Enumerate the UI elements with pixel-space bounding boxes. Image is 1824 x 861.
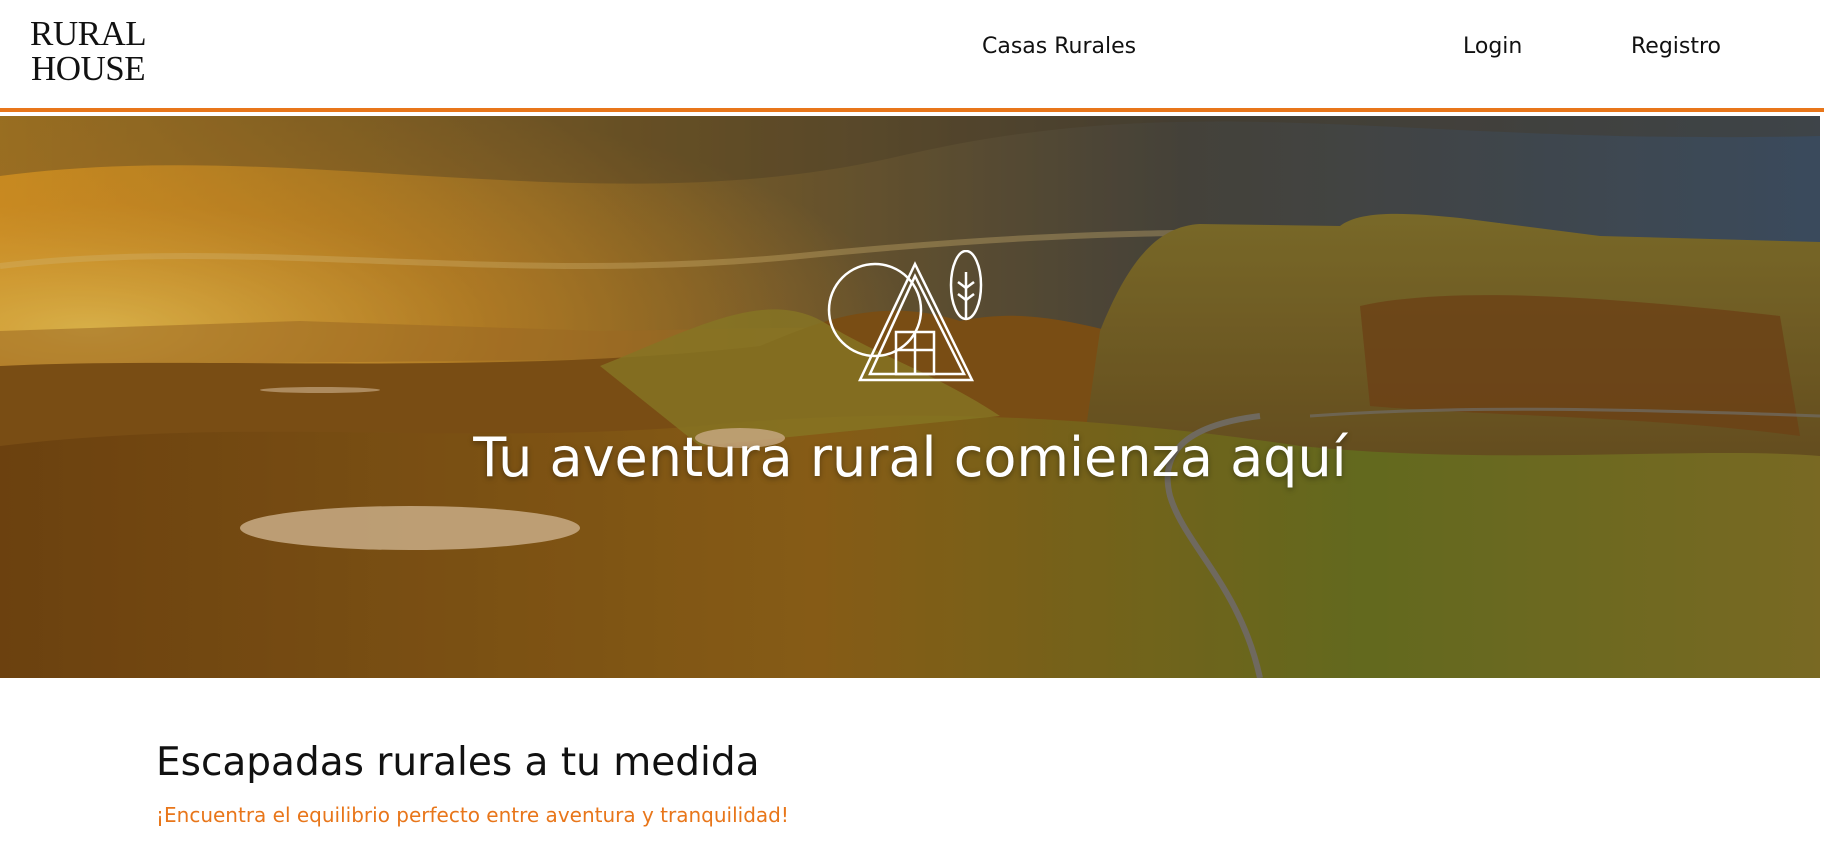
hero-title: Tu aventura rural comienza aquí [473, 426, 1347, 489]
cabin-tree-sun-icon [827, 250, 983, 382]
nav-login-link[interactable]: Login [1463, 34, 1522, 59]
brand-logo-line2: HOUSE [30, 49, 146, 88]
brand-logo-line1: RURAL [30, 14, 147, 53]
nav-casas-rurales-link[interactable]: Casas Rurales [982, 34, 1136, 59]
section-subtitle: ¡Encuentra el equilibrio perfecto entre … [156, 803, 789, 827]
nav-registro-link[interactable]: Registro [1631, 34, 1721, 59]
section-title: Escapadas rurales a tu medida [156, 740, 760, 785]
site-header: RURAL HOUSE Casas Rurales Login Registro [0, 0, 1824, 112]
escapadas-section: Escapadas rurales a tu medida ¡Encuentra… [156, 740, 789, 827]
brand-logo[interactable]: RURAL HOUSE [30, 14, 147, 88]
hero-banner: Tu aventura rural comienza aquí [0, 116, 1820, 678]
